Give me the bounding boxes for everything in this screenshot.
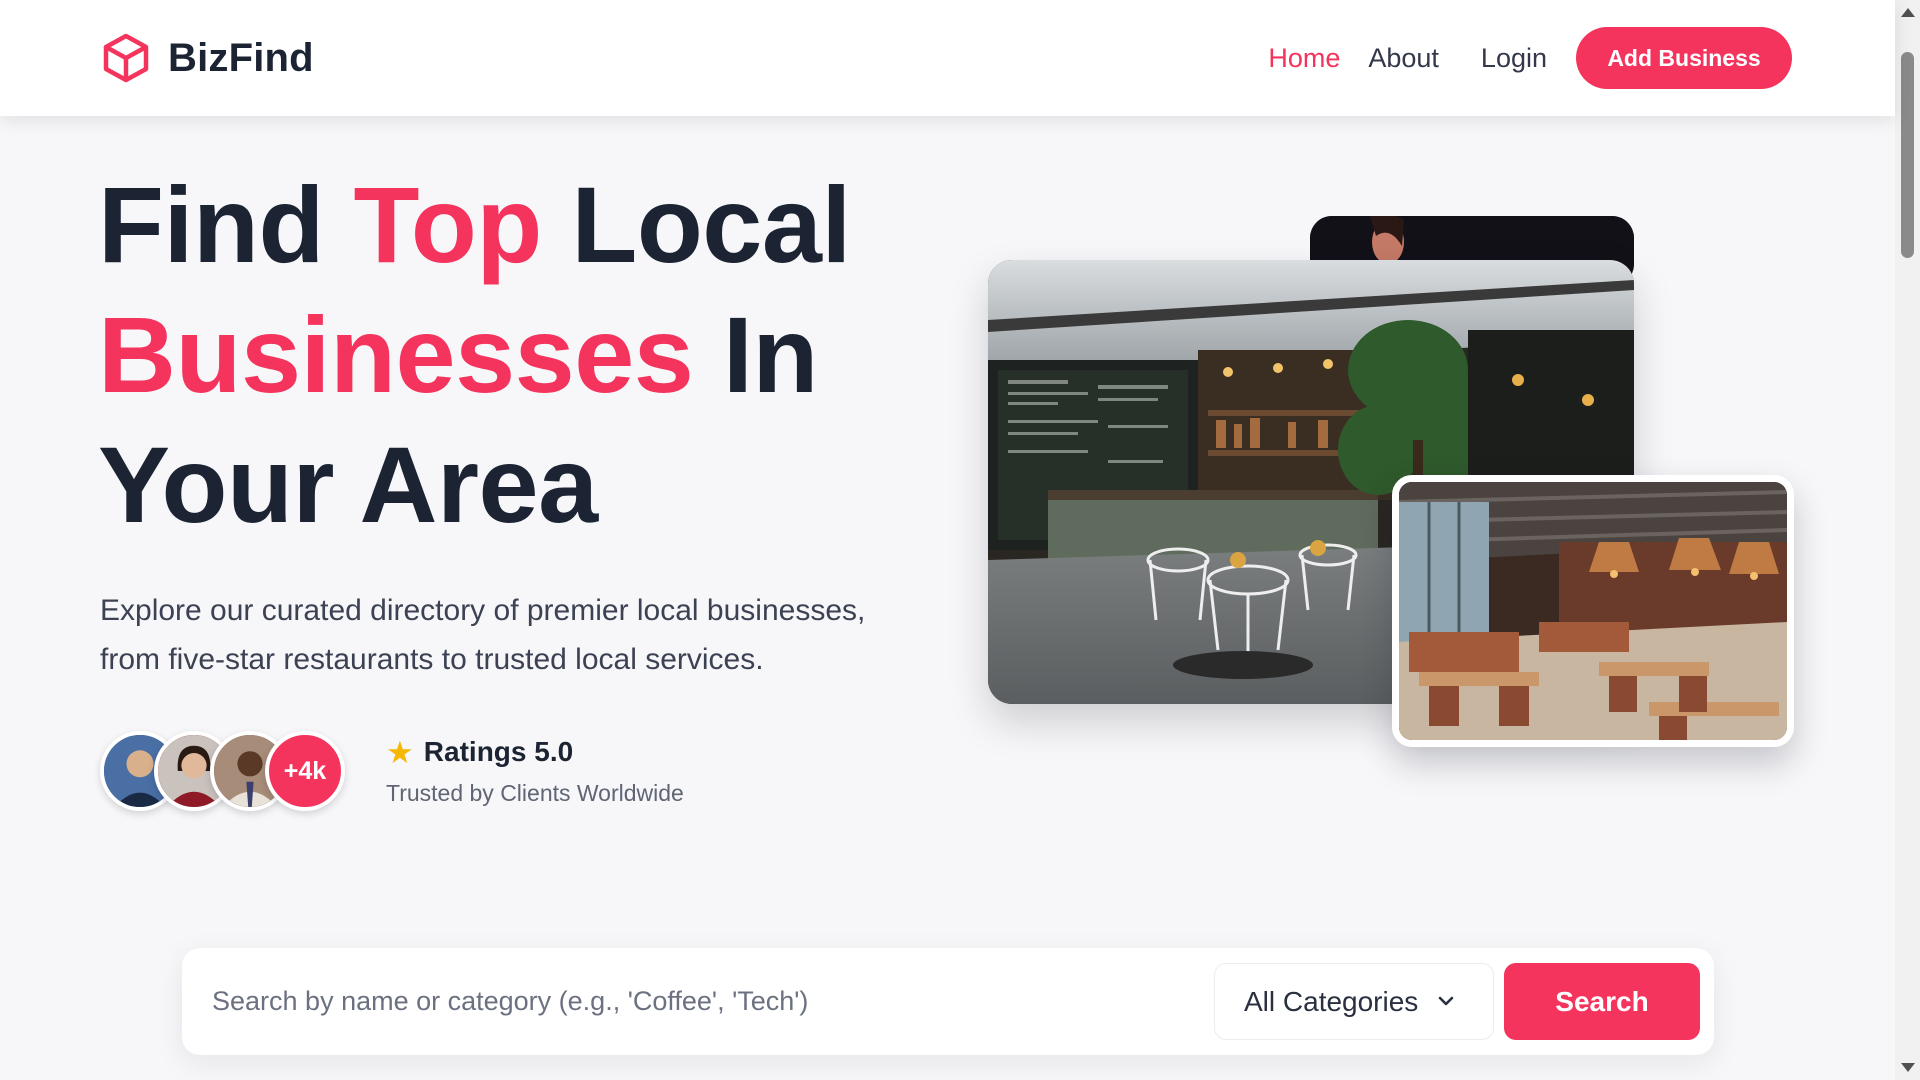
- more-clients-badge: +4k: [265, 731, 345, 811]
- scroll-down-arrow-icon[interactable]: [1901, 1063, 1915, 1072]
- hero-image-restaurant: [1392, 475, 1794, 747]
- category-select[interactable]: All Categories: [1214, 963, 1494, 1040]
- scroll-thumb[interactable]: [1901, 52, 1914, 258]
- brand-name: BizFind: [168, 35, 314, 80]
- hero-title-businesses: Businesses: [98, 294, 694, 415]
- nav-home-link[interactable]: Home: [1268, 43, 1340, 74]
- search-bar: All Categories Search: [182, 948, 1714, 1055]
- top-navbar: BizFind Home About Login Add Business: [0, 0, 1895, 116]
- client-avatars: +4k: [100, 731, 350, 811]
- rating-label: Ratings 5.0: [423, 736, 574, 767]
- page-scrollbar[interactable]: [1895, 0, 1920, 1080]
- hero-title-local: Local: [571, 164, 851, 285]
- hero-title-find: Find: [98, 164, 324, 285]
- add-business-button[interactable]: Add Business: [1576, 27, 1792, 89]
- search-button[interactable]: Search: [1504, 963, 1700, 1040]
- rating-block: ★ Ratings 5.0 Trusted by Clients Worldwi…: [386, 736, 684, 807]
- rating-subtext: Trusted by Clients Worldwide: [386, 780, 684, 806]
- hero-title-your-area: Your Area: [98, 424, 598, 545]
- hero-title: Find Top Local Businesses In Your Area: [98, 160, 851, 550]
- hero-title-in: In: [722, 294, 818, 415]
- category-select-value: All Categories: [1244, 985, 1419, 1017]
- star-icon: ★: [386, 734, 414, 770]
- scroll-up-arrow-icon[interactable]: [1901, 8, 1915, 17]
- nav-login-link[interactable]: Login: [1481, 43, 1547, 74]
- nav-links: Home About Login Add Business: [1268, 27, 1792, 89]
- cube-icon: [103, 33, 149, 83]
- hero-title-top: Top: [353, 164, 542, 285]
- hero-description: Explore our curated directory of premier…: [100, 594, 866, 676]
- nav-about-link[interactable]: About: [1368, 43, 1439, 74]
- chevron-down-icon: [1438, 996, 1454, 1006]
- search-input[interactable]: [212, 970, 1362, 1032]
- brand[interactable]: BizFind: [100, 32, 314, 84]
